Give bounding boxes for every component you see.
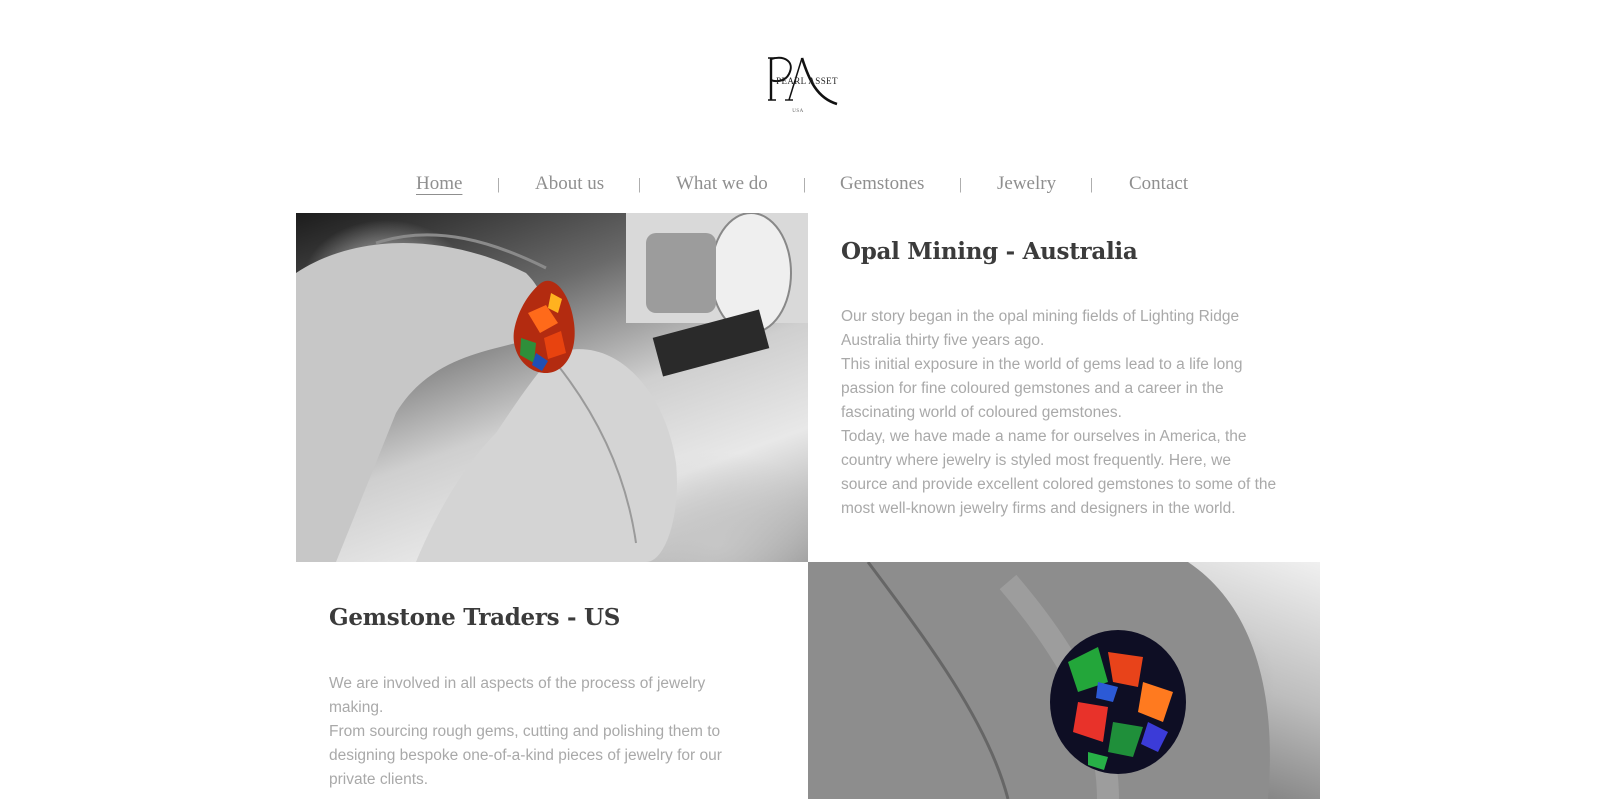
- nav-separator: |: [638, 176, 642, 193]
- nav-gemstones[interactable]: Gemstones: [840, 172, 924, 196]
- gemstone-traders-body: We are involved in all aspects of the pr…: [329, 672, 759, 792]
- opal-cutting-photo: [296, 213, 808, 562]
- opal-mining-paragraph: Today, we have made a name for ourselves…: [841, 428, 1277, 517]
- nav-separator: |: [1090, 176, 1094, 193]
- nav-about-us[interactable]: About us: [535, 172, 604, 196]
- nav-jewelry[interactable]: Jewelry: [997, 172, 1056, 196]
- opal-mining-title: Opal Mining - Australia: [841, 238, 1138, 265]
- opal-cutting-image: [296, 213, 808, 562]
- nav-separator: |: [803, 176, 807, 193]
- nav-home[interactable]: Home: [416, 172, 462, 196]
- gemstone-traders-title: Gemstone Traders - US: [329, 604, 621, 631]
- main-navigation: Home | About us | What we do | Gemstones…: [0, 172, 1600, 202]
- gemstone-traders-paragraph: From sourcing rough gems, cutting and po…: [329, 723, 722, 788]
- nav-separator: |: [959, 176, 963, 193]
- brand-logo[interactable]: PEARL ASSET USA: [765, 52, 855, 122]
- opal-closeup-photo: [808, 562, 1320, 799]
- nav-contact[interactable]: Contact: [1129, 172, 1188, 196]
- nav-what-we-do[interactable]: What we do: [676, 172, 768, 196]
- opal-mining-paragraph: Our story began in the opal mining field…: [841, 308, 1240, 349]
- opal-mining-paragraph: This initial exposure in the world of ge…: [841, 356, 1243, 421]
- logo-subtext: USA: [792, 109, 804, 114]
- nav-separator: |: [497, 176, 501, 193]
- logo-wordmark: PEARL ASSET: [776, 76, 838, 86]
- gemstone-traders-paragraph: We are involved in all aspects of the pr…: [329, 675, 706, 716]
- opal-closeup-image: [808, 562, 1270, 799]
- opal-mining-body: Our story began in the opal mining field…: [841, 305, 1281, 521]
